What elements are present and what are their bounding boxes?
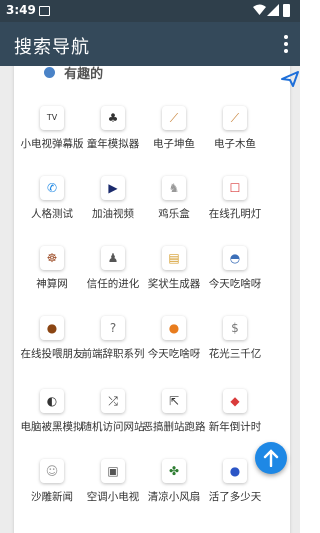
stick-icon: ⟋ xyxy=(223,106,247,130)
icon-glyph: ? xyxy=(109,321,117,335)
sim-icon xyxy=(39,6,50,16)
exit-icon: ⇱ xyxy=(162,389,186,413)
icon-glyph: ● xyxy=(229,464,241,478)
fan-icon: ✤ xyxy=(162,459,186,483)
icon-glyph: ☺ xyxy=(45,464,59,478)
icon-glyph: ◆ xyxy=(230,394,240,408)
nav-item-label: 今天吃啥呀 xyxy=(208,278,262,290)
icon-glyph: ☸ xyxy=(46,251,58,265)
icon-glyph: ✤ xyxy=(168,464,180,478)
nav-item[interactable]: ⟋ 电子木鱼 xyxy=(203,106,267,166)
certificate-icon: ▤ xyxy=(162,246,186,270)
tv-icon: TV xyxy=(40,106,64,130)
nav-item[interactable]: ◆ 新年倒计时 xyxy=(203,389,267,449)
icon-glyph: ☐ xyxy=(229,181,241,195)
arrow-up-icon xyxy=(263,449,279,467)
messenger-icon: ✆ xyxy=(40,176,64,200)
nav-item[interactable]: $ 花光三千亿 xyxy=(203,316,267,376)
coin-icon: $ xyxy=(223,316,247,340)
nav-item[interactable]: ☐ 在线孔明灯 xyxy=(203,176,267,236)
lantern-icon: ☐ xyxy=(223,176,247,200)
face-icon: ● xyxy=(223,459,247,483)
icon-glyph: ⟋ xyxy=(169,111,179,125)
shuffle-icon: ⤮ xyxy=(101,389,125,413)
icon-glyph: ⇱ xyxy=(168,394,180,408)
stick-icon: ⟋ xyxy=(162,106,186,130)
icon-glyph: ⟋ xyxy=(230,111,240,125)
bowl-icon: ◓ xyxy=(223,246,247,270)
section-header: 有趣的 xyxy=(44,66,104,82)
section-title: 有趣的 xyxy=(64,67,104,82)
orange-icon: ● xyxy=(162,316,186,340)
signal-icon xyxy=(267,4,279,16)
wifi-icon xyxy=(253,4,266,15)
icon-glyph: ▶ xyxy=(108,181,118,195)
page-title: 搜索导航 xyxy=(14,37,90,58)
nav-item-label: 电子木鱼 xyxy=(214,138,256,150)
icon-glyph: ♣ xyxy=(107,111,119,125)
nav-item[interactable]: ● 活了多少天 xyxy=(203,459,267,519)
play-icon: ▶ xyxy=(101,176,125,200)
more-vert-icon[interactable] xyxy=(284,35,288,53)
status-bar: 3:49 xyxy=(0,0,300,22)
red-packet-icon: ◆ xyxy=(223,389,247,413)
icon-glyph: ⤮ xyxy=(108,394,118,408)
icon-glyph: ● xyxy=(46,321,58,335)
nav-item-label: 花光三千亿 xyxy=(208,348,262,360)
question-icon: ? xyxy=(101,316,125,340)
nav-item[interactable]: ◓ 今天吃啥呀 xyxy=(203,246,267,306)
icon-glyph: TV xyxy=(46,113,58,122)
icon-glyph: ◓ xyxy=(229,251,241,265)
nav-item-label: 新年倒计时 xyxy=(208,421,262,433)
nav-item-label: 活了多少天 xyxy=(208,491,262,503)
app-toolbar: 搜索导航 xyxy=(0,22,300,66)
robot-icon: ☺ xyxy=(40,459,64,483)
section-logo-icon xyxy=(44,67,55,78)
scroll-top-button[interactable] xyxy=(255,442,287,474)
tv-small-icon: ▣ xyxy=(101,459,125,483)
icon-glyph: ✆ xyxy=(46,181,58,195)
nav-item-label: 在线孔明灯 xyxy=(208,208,262,220)
poop-icon: ● xyxy=(40,316,64,340)
icon-glyph: ◐ xyxy=(46,394,58,408)
icon-glyph: $ xyxy=(231,321,239,335)
kids-icon: ♣ xyxy=(101,106,125,130)
icon-glyph: ▣ xyxy=(107,464,119,478)
battery-icon xyxy=(283,4,290,17)
icon-glyph: ▤ xyxy=(168,251,180,265)
dharma-icon: ☸ xyxy=(40,246,64,270)
pyramid-icon: ♟ xyxy=(101,246,125,270)
status-time: 3:49 xyxy=(6,3,36,17)
icon-glyph: ● xyxy=(168,321,180,335)
icon-glyph: ♟ xyxy=(107,251,119,265)
chicken-icon: ♞ xyxy=(162,176,186,200)
icon-glyph: ♞ xyxy=(168,181,180,195)
send-icon[interactable] xyxy=(281,71,299,87)
mask-icon: ◐ xyxy=(40,389,64,413)
